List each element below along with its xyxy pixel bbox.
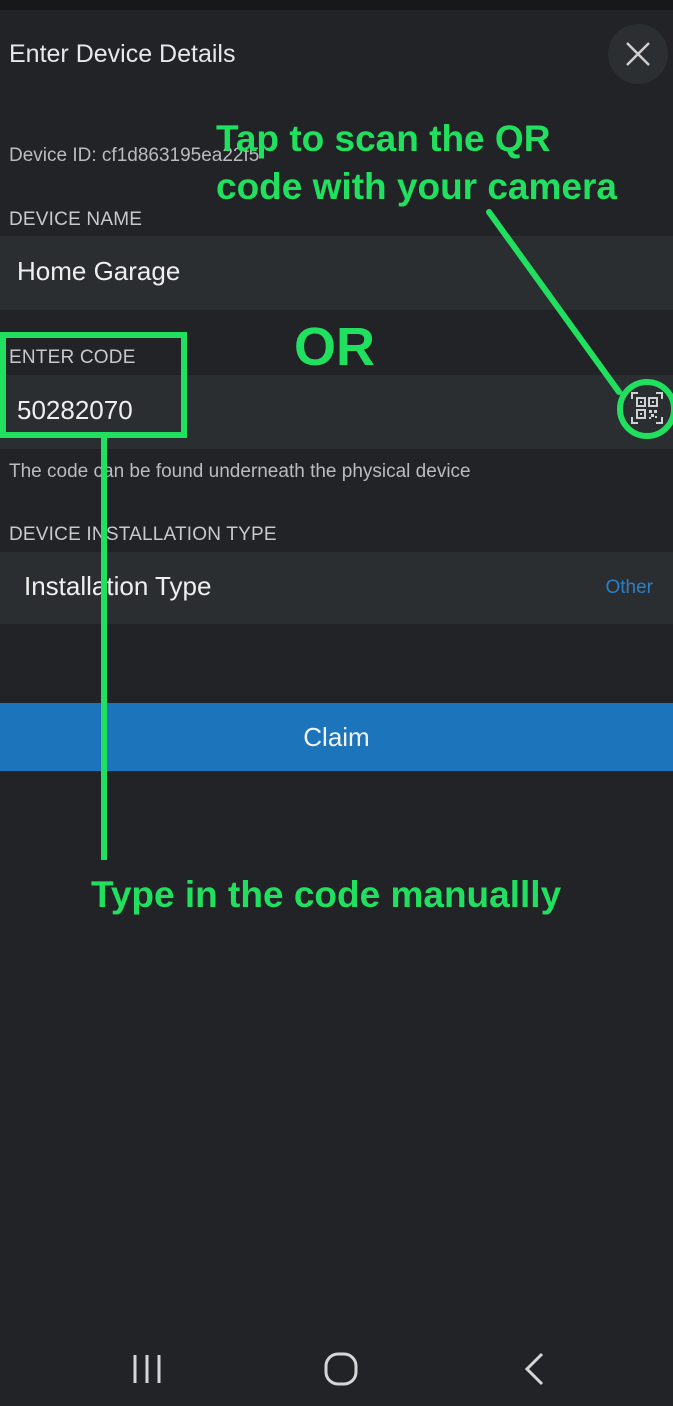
recents-icon[interactable]: [130, 1352, 166, 1386]
back-icon[interactable]: [520, 1352, 550, 1386]
annotation-qr-pointer: [486, 209, 673, 439]
system-navbar: [0, 1330, 673, 1406]
home-icon[interactable]: [323, 1352, 359, 1386]
